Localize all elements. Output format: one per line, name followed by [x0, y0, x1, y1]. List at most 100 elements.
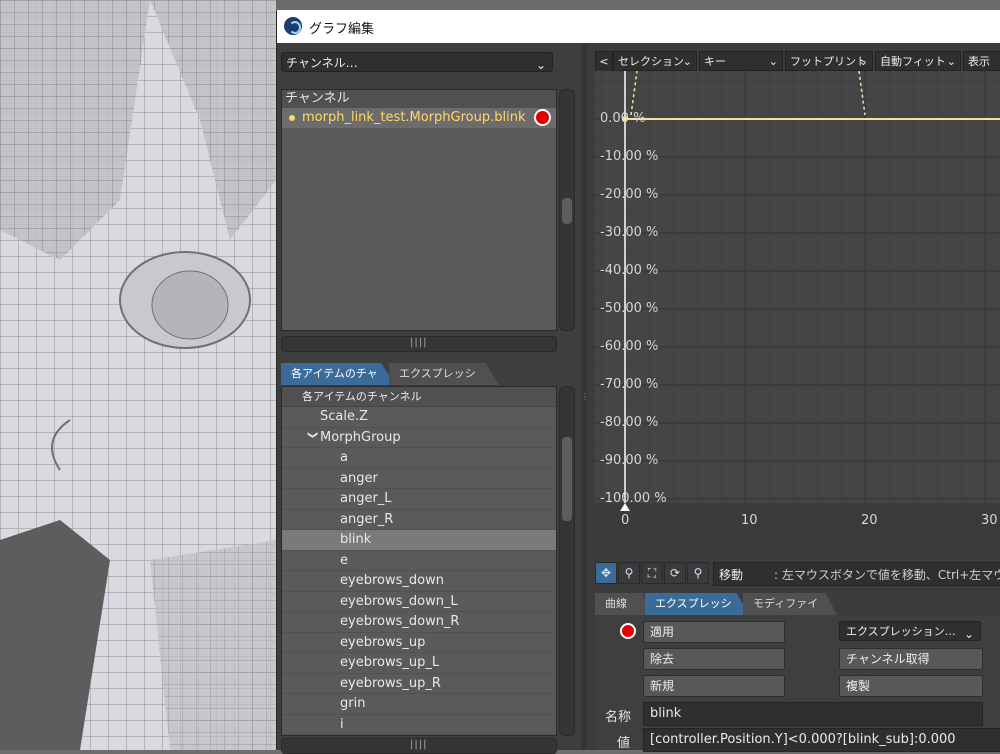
channel-scrollbar[interactable]	[559, 89, 575, 331]
expression-panel: 適用 除去 新規 エクスプレッション… ⌄ チャンネル取得 複製 名称 blin…	[595, 615, 1000, 752]
remove-button[interactable]: 除去	[643, 648, 785, 670]
y-tick-label: -60.00 %	[600, 339, 659, 354]
x-tick-label: 10	[741, 513, 758, 528]
list-item[interactable]: eyebrows_down_R	[282, 612, 556, 633]
chevron-down-icon: ⌄	[535, 58, 546, 72]
view-dropdown[interactable]: 表示	[963, 51, 1000, 71]
move-icon[interactable]: ✥	[595, 562, 617, 584]
tab-curve[interactable]: 曲線	[595, 593, 649, 615]
list-item[interactable]: eyebrows_up_R	[282, 674, 556, 694]
item-channel-rows: Scale.Z ❯ MorphGroup a anger anger_L anger_R bl…	[282, 407, 556, 735]
list-item[interactable]: a	[282, 448, 556, 469]
channel-scrollbar-thumb[interactable]	[562, 198, 572, 224]
selection-dropdown[interactable]: セレクション ⌄	[613, 51, 697, 71]
grip-icon: ||||	[410, 739, 428, 750]
fit-icon[interactable]: ⛶	[641, 562, 663, 584]
name-label: 名称	[605, 710, 632, 725]
list-item[interactable]: e	[282, 551, 556, 571]
list-item[interactable]: ❯ MorphGroup	[282, 428, 556, 448]
name-field[interactable]: blink	[643, 702, 983, 726]
grip-icon: ||||	[410, 337, 428, 348]
chevron-down-icon: ⌄	[858, 55, 868, 68]
list-item-label: eyebrows_down	[340, 573, 444, 588]
tab-expression[interactable]: エクスプレッション	[645, 593, 749, 615]
y-tick-label: -40.00 %	[600, 263, 659, 278]
y-tick-label: -10.00 %	[600, 149, 659, 164]
list-item-label: eyebrows_up_L	[340, 655, 440, 670]
list-item[interactable]: eyebrows_down	[282, 571, 556, 592]
channel-hscrollbar[interactable]: ||||	[281, 336, 557, 352]
list-item[interactable]: anger_L	[282, 489, 556, 510]
list-item-label: a	[340, 450, 348, 465]
list-item-label: MorphGroup	[320, 429, 401, 445]
new-button[interactable]: 新規	[643, 675, 785, 697]
get-channel-button[interactable]: チャンネル取得	[839, 648, 983, 670]
bottom-tabs: 曲線 エクスプレッション モディファイヤ	[595, 593, 1000, 615]
item-list-hscrollbar[interactable]: ||||	[281, 738, 557, 754]
y-tick-label: -100.00 %	[600, 491, 667, 506]
value-label: 値	[617, 736, 631, 751]
autofit-dropdown[interactable]: 自動フィット ⌄	[875, 51, 961, 71]
x-axis-strip	[595, 503, 1000, 533]
chevron-down-icon[interactable]: ❯	[302, 430, 322, 446]
title-bar: グラフ編集	[277, 10, 1000, 43]
y-tick-label: -70.00 %	[600, 377, 659, 392]
refresh-icon[interactable]: ⟳	[664, 562, 686, 584]
list-item[interactable]: anger_R	[282, 510, 556, 530]
list-item[interactable]: Scale.Z	[282, 407, 556, 428]
channel-dropdown[interactable]: チャンネル… ⌄	[281, 52, 553, 72]
y-tick-label: -20.00 %	[600, 187, 659, 202]
item-list-scrollbar[interactable]	[559, 386, 575, 736]
item-channel-list: 各アイテムのチャンネル Scale.Z ❯ MorphGroup a anger ange…	[281, 386, 557, 736]
list-item[interactable]: eyebrows_up	[282, 633, 556, 653]
channel-dot-icon	[289, 115, 295, 121]
app-logo-icon	[284, 17, 302, 35]
y-tick-label: -80.00 %	[600, 415, 659, 430]
magnify-icon[interactable]: ⚲	[687, 562, 709, 584]
y-tick-label: -50.00 %	[600, 301, 659, 316]
chevron-down-icon: ⌄	[768, 55, 778, 68]
channel-list: チャンネル morph_link_test.MorphGroup.blink	[281, 89, 557, 331]
key-label: キー	[704, 55, 726, 68]
graph-toolbar: < セレクション ⌄ キー ⌄ フットプリント ⌄ 自動フィット ⌄ 表示	[595, 51, 1000, 73]
list-item[interactable]: grin	[282, 694, 556, 715]
channel-row-label: morph_link_test.MorphGroup.blink	[302, 110, 526, 125]
mode-label: 移動	[719, 568, 744, 582]
list-item[interactable]: blink	[282, 530, 556, 551]
y-tick-label: -30.00 %	[600, 225, 659, 240]
tab-item-channels[interactable]: 各アイテムのチャンネル	[281, 363, 395, 385]
tab-expressions[interactable]: エクスプレッション	[389, 363, 499, 385]
item-list-scrollbar-thumb[interactable]	[562, 437, 572, 521]
channel-row[interactable]: morph_link_test.MorphGroup.blink	[282, 108, 556, 128]
item-channel-list-header: 各アイテムのチャンネル	[282, 387, 556, 407]
selection-label: セレクション	[618, 55, 684, 68]
apply-button[interactable]: 適用	[643, 621, 785, 643]
value-field[interactable]: [controller.Position.Y]<0.000?[blink_sub…	[643, 728, 1000, 752]
footprint-dropdown[interactable]: フットプリント ⌄	[785, 51, 873, 71]
list-item-label: e	[340, 552, 348, 568]
list-item-label: eyebrows_down_L	[340, 593, 458, 609]
graph-canvas[interactable]: 0.00 % -10.00 % -20.00 % -30.00 % -40.00 % -5…	[595, 71, 1000, 533]
duplicate-button[interactable]: 複製	[839, 675, 983, 697]
back-button[interactable]: <	[595, 51, 613, 73]
list-item[interactable]: eyebrows_up_L	[282, 653, 556, 674]
tab-modifier[interactable]: モディファイヤ	[743, 593, 837, 615]
list-item[interactable]: eyebrows_down_L	[282, 592, 556, 612]
expression-dropdown-label: エクスプレッション…	[846, 625, 956, 638]
y-tick-label: 0.00 %	[600, 111, 646, 126]
mode-status-bar: 移動 : 左マウスボタンで値を移動、Ctrl+左マウス	[713, 562, 1000, 586]
list-item[interactable]: anger	[282, 469, 556, 489]
left-panel: チャンネル… ⌄ チャンネル morph_link_test.MorphGrou…	[277, 43, 581, 754]
x-tick-label: 20	[861, 513, 878, 528]
right-panel: < セレクション ⌄ キー ⌄ フットプリント ⌄ 自動フィット ⌄ 表示 0.00 %…	[587, 43, 1000, 752]
chevron-down-icon: ⌄	[682, 55, 692, 68]
list-item[interactable]: i	[282, 715, 556, 735]
key-dropdown[interactable]: キー ⌄	[699, 51, 783, 71]
chevron-down-icon: ⌄	[946, 55, 956, 68]
list-item-label: i	[340, 716, 344, 732]
expression-dropdown[interactable]: エクスプレッション… ⌄	[839, 621, 981, 641]
list-item-label: eyebrows_down_R	[340, 614, 460, 629]
x-tick-label: 0	[621, 513, 630, 528]
expression-indicator-icon	[536, 111, 549, 124]
key-pin-icon[interactable]: ⚲	[618, 562, 640, 584]
